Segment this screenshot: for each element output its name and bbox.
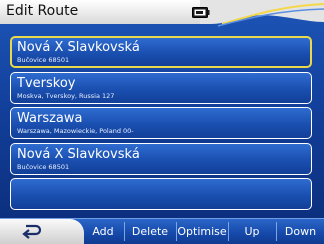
battery-icon	[192, 7, 210, 18]
route-item-detail: Warszawa, Mazowieckie, Poland 00-	[17, 127, 134, 135]
route-item[interactable]: Warszawa Warszawa, Mazowieckie, Poland 0…	[10, 107, 312, 139]
route-item-name: Nová X Slavkovská	[17, 146, 140, 162]
edit-route-screen: Edit Route Nová X Slavkovská Bučovice 68…	[0, 0, 324, 244]
page-title: Edit Route	[6, 3, 79, 19]
route-item-name: Warszawa	[17, 111, 83, 126]
header-bar: Edit Route	[0, 0, 324, 30]
delete-button[interactable]: Delete	[125, 219, 175, 244]
optimise-button[interactable]: Optimise	[177, 219, 227, 244]
back-arrow-icon	[22, 224, 42, 239]
route-item[interactable]: Tverskoy Moskva, Tverskoy, Russia 127	[10, 71, 312, 104]
route-item[interactable]: Nová X Slavkovská Bučovice 68501	[10, 36, 312, 68]
move-down-button[interactable]: Down	[277, 219, 324, 244]
add-button[interactable]: Add	[84, 219, 122, 244]
route-list: Nová X Slavkovská Bučovice 68501 Tversko…	[10, 36, 314, 214]
route-item-detail: Bučovice 68501	[17, 162, 70, 171]
route-item-detail: Moskva, Tverskoy, Russia 127	[17, 91, 115, 100]
back-button[interactable]	[0, 219, 84, 244]
bottom-toolbar: Add Delete Optimise Up Down	[0, 218, 324, 244]
route-item[interactable]: Nová X Slavkovská Bučovice 68501	[10, 142, 312, 175]
move-up-button[interactable]: Up	[229, 219, 275, 244]
route-item-name: Nová X Slavkovská	[17, 40, 140, 55]
route-item-name: Tverskoy	[17, 75, 76, 91]
route-item-empty[interactable]	[10, 178, 312, 210]
header-wave-decoration	[200, 0, 324, 27]
route-item-detail: Bučovice 68501	[17, 56, 70, 64]
